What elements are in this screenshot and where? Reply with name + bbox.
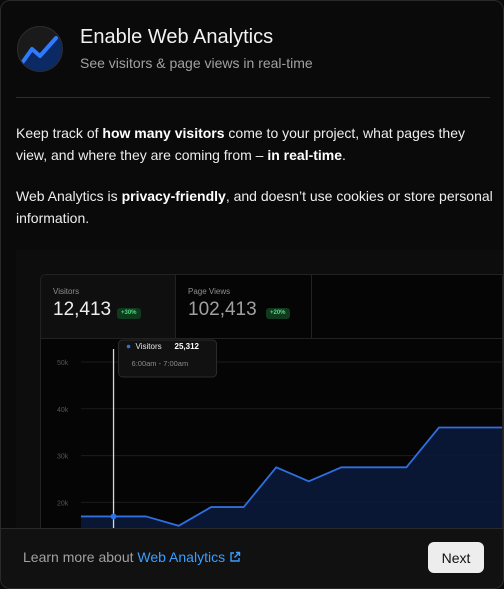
analytics-panel: Visitors 12,413 +30% Page Views 102,413 … (40, 274, 503, 530)
y-tick-label: 20k (57, 500, 69, 507)
tooltip-time: 6:00am - 7:00am (132, 359, 189, 368)
privacy-emphasis: privacy-friendly (121, 188, 226, 204)
dialog-subtitle: See visitors & page views in real-time (80, 55, 313, 71)
analytics-trend-icon (17, 26, 63, 72)
stat-badge: +20% (266, 308, 290, 319)
description-paragraph: Keep track of how many visitors come to … (16, 122, 496, 166)
stat-value: 12,413 (53, 299, 112, 320)
learn-more-text: Learn more about Web Analytics (23, 549, 241, 565)
header-divider (16, 97, 490, 98)
description-emphasis: how many visitors (102, 125, 225, 141)
y-tick-label: 40k (57, 407, 69, 414)
visitors-area (81, 427, 502, 530)
visitors-chart: 50k 40k 30k 20k Visitors 25,312 6:00am - 7:00a… (57, 339, 502, 530)
external-link-icon (230, 551, 241, 562)
stat-label: Page Views (188, 287, 231, 296)
description-emphasis: in real-time (267, 147, 343, 163)
tooltip-series-dot (126, 344, 131, 349)
dialog-title: Enable Web Analytics (80, 26, 274, 48)
description-text: Keep track of (16, 125, 103, 141)
hover-point (110, 513, 117, 520)
stat-badge: +30% (117, 308, 141, 319)
privacy-text: Web Analytics is (16, 188, 122, 204)
stat-visitors: Visitors 12,413 +30% (41, 275, 176, 338)
next-button[interactable]: Next (428, 542, 484, 573)
description-text: . (342, 147, 346, 163)
tooltip-series-label: Visitors (136, 342, 162, 351)
web-analytics-link-text: Web Analytics (137, 549, 226, 565)
dialog-header: Enable Web Analytics See visitors & page… (1, 1, 503, 97)
learn-more-label: Learn more about (23, 549, 138, 565)
stat-value: 102,413 (188, 299, 257, 320)
enable-analytics-dialog: Enable Web Analytics See visitors & page… (0, 0, 504, 589)
stat-label: Visitors (53, 287, 80, 296)
analytics-preview: Visitors 12,413 +30% Page Views 102,413 … (16, 250, 503, 530)
y-tick-label: 50k (57, 360, 69, 367)
y-tick-label: 30k (57, 454, 69, 461)
tooltip-value: 25,312 (175, 342, 200, 351)
stat-page-views: Page Views 102,413 +20% (176, 275, 312, 338)
dialog-footer: Learn more about Web Analytics Next (1, 528, 503, 588)
web-analytics-link[interactable]: Web Analytics (137, 549, 241, 565)
privacy-paragraph: Web Analytics is privacy-friendly, and d… (16, 185, 496, 229)
